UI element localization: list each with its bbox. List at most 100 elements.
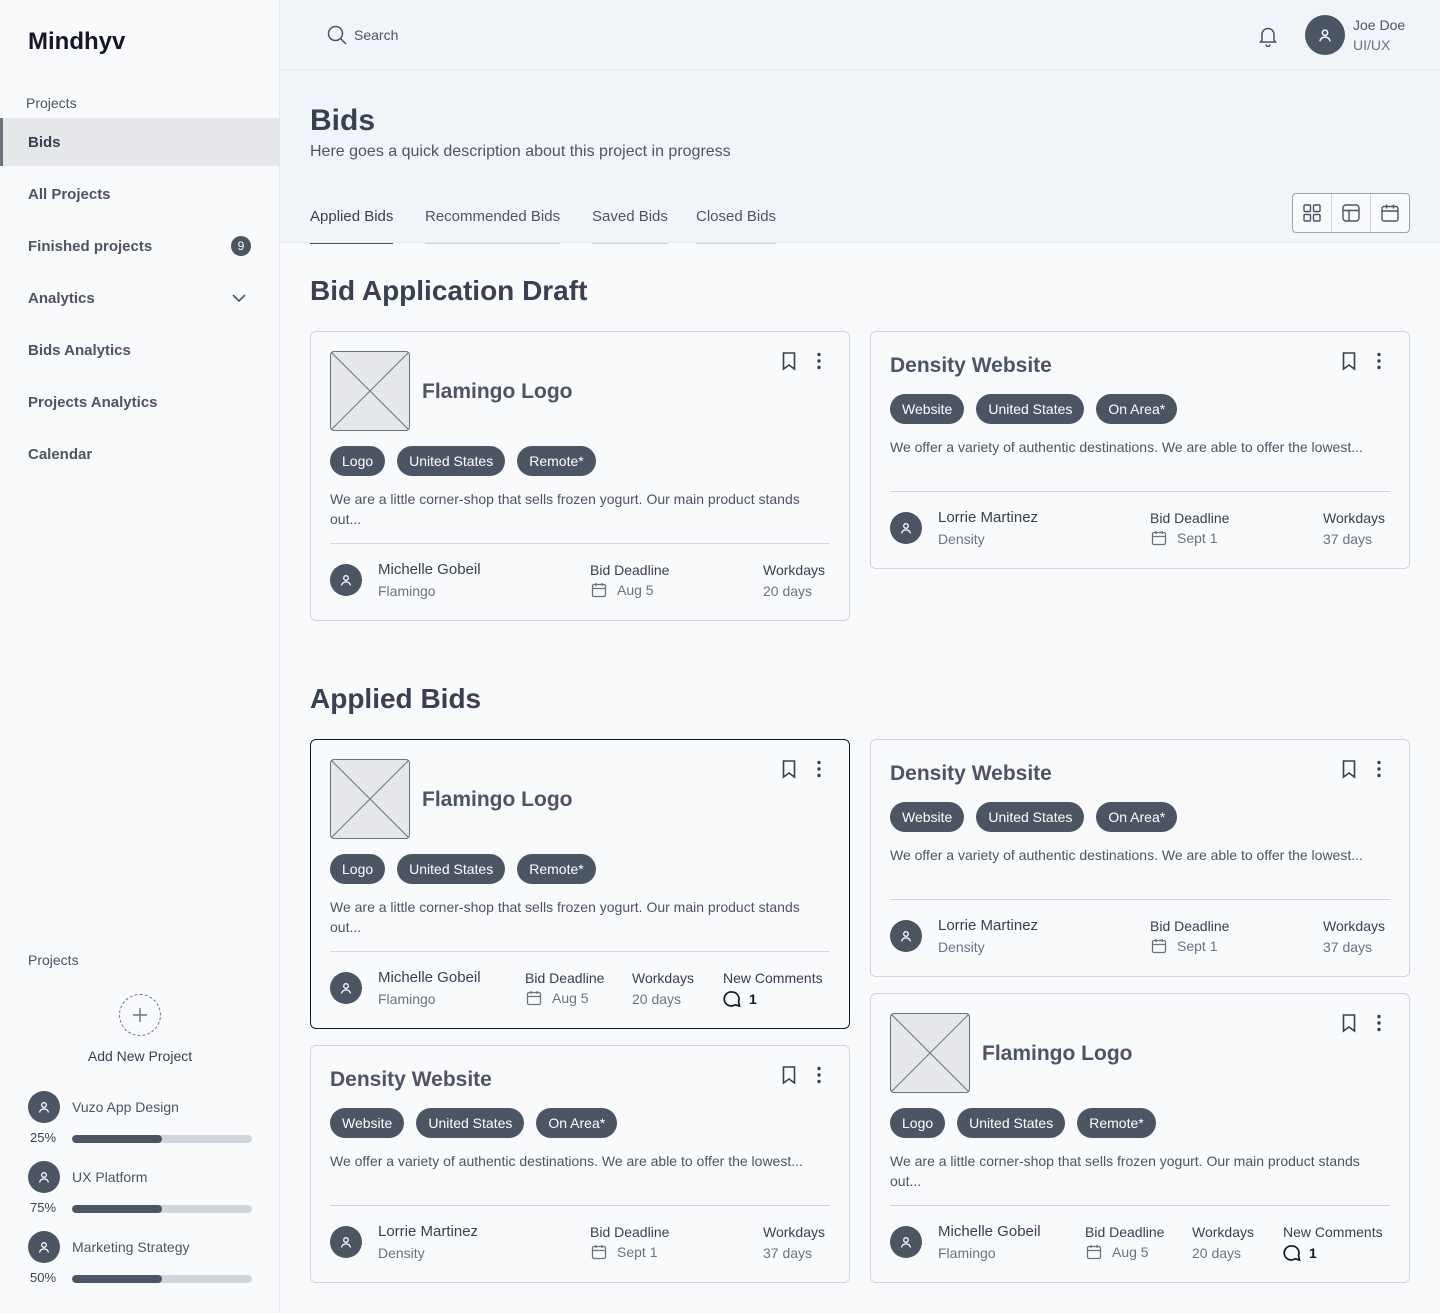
tag[interactable]: On Area* <box>1096 802 1178 832</box>
bid-card[interactable]: Flamingo Logo Logo United States Remote*… <box>310 331 850 621</box>
chevron-down-icon[interactable] <box>231 290 247 306</box>
calendar-view-button[interactable] <box>1371 194 1409 232</box>
workdays-label: Workdays <box>1323 510 1385 526</box>
tag[interactable]: Logo <box>330 854 386 884</box>
sidebar-item-projects-analytics[interactable]: Projects Analytics <box>0 378 279 426</box>
bookmark-icon[interactable] <box>1339 759 1359 779</box>
deadline-text: Aug 5 <box>1112 1244 1149 1260</box>
deadline-label: Bid Deadline <box>1085 1224 1165 1240</box>
card-title[interactable]: Density Website <box>890 354 1052 378</box>
avatar <box>890 920 922 952</box>
tag[interactable]: Remote* <box>517 854 596 884</box>
card-description: We offer a variety of authentic destinat… <box>330 1153 803 1169</box>
progress-bar <box>72 1135 252 1143</box>
bell-icon[interactable] <box>1257 25 1279 47</box>
workdays-value: 37 days <box>763 1245 813 1261</box>
card-description: We are a little corner-shop that sells f… <box>890 1153 1360 1189</box>
card-title[interactable]: Density Website <box>890 762 1052 786</box>
comments-label: New Comments <box>723 970 823 986</box>
tab-closed-bids[interactable]: Closed Bids <box>696 208 777 244</box>
more-vertical-icon[interactable] <box>1369 351 1389 371</box>
brand-logo[interactable]: Mindhyv <box>28 28 125 56</box>
projects-section-label: Projects <box>28 952 79 968</box>
card-description: We offer a variety of authentic destinat… <box>890 439 1363 455</box>
tag[interactable]: United States <box>397 446 506 476</box>
tag[interactable]: Remote* <box>517 446 596 476</box>
page-description: Here goes a quick description about this… <box>310 143 731 160</box>
image-placeholder-icon <box>890 1013 970 1093</box>
workdays-value: 37 days <box>1323 531 1373 547</box>
tag-list: Website United States On Area* <box>890 394 1178 424</box>
tag[interactable]: Website <box>330 1108 405 1138</box>
bookmark-icon[interactable] <box>1339 1013 1359 1033</box>
tab-saved-bids[interactable]: Saved Bids <box>592 208 668 244</box>
more-vertical-icon[interactable] <box>809 351 829 371</box>
project-progress-item[interactable]: UX Platform 75% <box>28 1161 252 1221</box>
bid-card[interactable]: Density Website Website United States On… <box>870 739 1410 977</box>
project-progress-item[interactable]: Vuzo App Design 25% <box>28 1091 252 1151</box>
search-input[interactable]: Search <box>326 24 398 46</box>
card-title[interactable]: Flamingo Logo <box>982 1042 1132 1066</box>
tag[interactable]: United States <box>976 394 1085 424</box>
workdays-value: 20 days <box>632 991 682 1007</box>
tag[interactable]: On Area* <box>536 1108 618 1138</box>
more-vertical-icon[interactable] <box>809 1065 829 1085</box>
calendar-icon <box>1151 531 1167 546</box>
layout-view-button[interactable] <box>1332 194 1371 232</box>
bookmark-icon[interactable] <box>779 759 799 779</box>
bid-card[interactable]: Density Website Website United States On… <box>310 1045 850 1283</box>
sidebar-item-bids[interactable]: Bids <box>0 118 279 166</box>
deadline-value: Aug 5 <box>526 990 589 1006</box>
comments-count[interactable]: 1 <box>1283 1244 1317 1262</box>
avatar <box>330 1226 362 1258</box>
user-icon <box>38 1102 50 1113</box>
progress-fill <box>72 1275 162 1283</box>
user-icon <box>900 1237 912 1248</box>
tag[interactable]: Logo <box>890 1108 946 1138</box>
tag[interactable]: Remote* <box>1077 1108 1156 1138</box>
bid-card-selected[interactable]: Flamingo Logo Logo United States Remote*… <box>310 739 850 1029</box>
comment-icon <box>1283 1245 1301 1262</box>
card-divider <box>330 951 830 952</box>
project-name: UX Platform <box>72 1169 148 1185</box>
tag[interactable]: On Area* <box>1096 394 1178 424</box>
more-vertical-icon[interactable] <box>1369 1013 1389 1033</box>
tag[interactable]: Website <box>890 394 965 424</box>
bookmark-icon[interactable] <box>779 351 799 371</box>
sidebar-item-finished-projects[interactable]: Finished projects 9 <box>0 222 279 270</box>
bookmark-icon[interactable] <box>779 1065 799 1085</box>
sidebar-item-calendar[interactable]: Calendar <box>0 430 279 478</box>
sidebar-item-all-projects[interactable]: All Projects <box>0 170 279 218</box>
more-vertical-icon[interactable] <box>809 759 829 779</box>
deadline-text: Sept 1 <box>1177 938 1218 954</box>
tag[interactable]: United States <box>957 1108 1066 1138</box>
grid-view-button[interactable] <box>1293 194 1332 232</box>
card-divider <box>330 1205 830 1206</box>
tab-applied-bids[interactable]: Applied Bids <box>310 208 394 244</box>
tag-list: Website United States On Area* <box>330 1108 618 1138</box>
tag[interactable]: Logo <box>330 446 386 476</box>
comments-count[interactable]: 1 <box>723 990 757 1008</box>
bid-card[interactable]: Density Website Website United States On… <box>870 331 1410 569</box>
sidebar-item-analytics[interactable]: Analytics <box>0 274 279 322</box>
card-title[interactable]: Density Website <box>330 1068 492 1092</box>
card-description: We are a little corner-shop that sells f… <box>330 491 800 527</box>
avatar <box>28 1231 60 1263</box>
sidebar-item-bids-analytics[interactable]: Bids Analytics <box>0 326 279 374</box>
search-placeholder: Search <box>354 27 399 43</box>
workdays-label: Workdays <box>632 970 694 986</box>
tag[interactable]: United States <box>397 854 506 884</box>
more-vertical-icon[interactable] <box>1369 759 1389 779</box>
card-title[interactable]: Flamingo Logo <box>422 380 572 404</box>
user-avatar[interactable] <box>1305 15 1345 55</box>
project-progress-item[interactable]: Marketing Strategy 50% <box>28 1231 252 1291</box>
bookmark-icon[interactable] <box>1339 351 1359 371</box>
bid-card[interactable]: Flamingo Logo Logo United States Remote*… <box>870 993 1410 1283</box>
card-title[interactable]: Flamingo Logo <box>422 788 572 812</box>
tab-recommended-bids[interactable]: Recommended Bids <box>425 208 561 244</box>
tag[interactable]: United States <box>416 1108 525 1138</box>
tag[interactable]: Website <box>890 802 965 832</box>
avatar <box>330 564 362 596</box>
tag[interactable]: United States <box>976 802 1085 832</box>
add-project-button[interactable] <box>119 994 161 1036</box>
